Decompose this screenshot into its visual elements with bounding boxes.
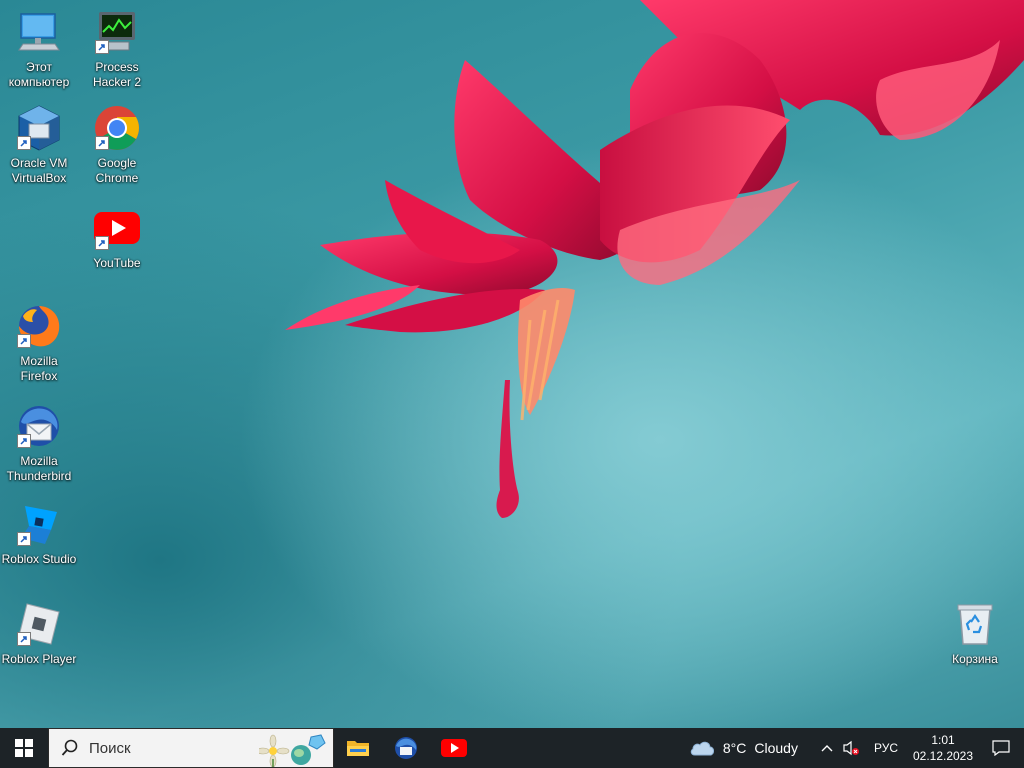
chrome-icon [93, 104, 141, 152]
youtube-icon [93, 204, 141, 252]
process-hacker-label: Process Hacker 2 [92, 60, 142, 89]
shortcut-arrow-icon [95, 40, 109, 54]
thunderbird-icon [15, 402, 63, 450]
shortcut-arrow-icon [17, 334, 31, 348]
shortcut-arrow-icon [17, 632, 31, 646]
desktop-icon-roblox-studio[interactable]: Roblox Studio [0, 500, 78, 567]
youtube-icon [441, 739, 467, 757]
youtube-label: YouTube [93, 256, 141, 270]
desktop-icon-virtualbox[interactable]: Oracle VM VirtualBox [0, 104, 78, 186]
desktop-icon-this-pc[interactable]: Этот компьютер [0, 8, 78, 90]
chrome-label: Google Chrome [95, 156, 139, 185]
thunderbird-label: Mozilla Thunderbird [6, 454, 72, 483]
recycle-bin-icon [951, 600, 999, 648]
taskbar-thunderbird[interactable] [382, 728, 430, 768]
show-hidden-icons-button[interactable] [816, 744, 838, 752]
this-pc-label: Этот компьютер [8, 60, 70, 89]
taskbar-file-explorer[interactable] [334, 728, 382, 768]
desktop-icon-firefox[interactable]: Mozilla Firefox [0, 302, 78, 384]
firefox-label: Mozilla Firefox [20, 354, 58, 383]
volume-muted-icon [843, 740, 859, 756]
roblox-studio-icon [15, 500, 63, 548]
roblox-player-icon [15, 600, 63, 648]
roblox-studio-label: Roblox Studio [1, 552, 77, 566]
cloud-icon [690, 741, 714, 756]
desktop-icon-youtube[interactable]: YouTube [78, 204, 156, 271]
clock[interactable]: 1:01 02.12.2023 [908, 732, 978, 764]
search-placeholder: Поиск [89, 739, 131, 757]
shortcut-arrow-icon [95, 236, 109, 250]
search-highlight-icon [259, 734, 326, 767]
file-explorer-icon [347, 741, 369, 756]
process-hacker-icon [93, 8, 141, 56]
taskbar-youtube[interactable] [430, 728, 478, 768]
search-icon [61, 739, 78, 756]
clock-date: 02.12.2023 [912, 749, 974, 763]
desktop-icon-roblox-player[interactable]: Roblox Player [0, 600, 78, 667]
notification-icon [992, 740, 1010, 756]
volume-button[interactable] [838, 740, 864, 756]
firefox-icon [15, 302, 63, 350]
taskbar-search-box[interactable]: Поиск [48, 728, 334, 768]
chevron-up-icon [821, 745, 833, 752]
desktop-icon-chrome[interactable]: Google Chrome [78, 104, 156, 186]
thunderbird-icon [395, 737, 417, 759]
action-center-button[interactable] [978, 728, 1024, 768]
desktop-icon-process-hacker[interactable]: Process Hacker 2 [78, 8, 156, 90]
shortcut-arrow-icon [17, 532, 31, 546]
roblox-player-label: Roblox Player [1, 652, 77, 666]
start-button[interactable] [0, 728, 48, 768]
recycle-bin-label: Корзина [952, 652, 998, 666]
taskbar: Поиск 8°C Cloudy РУС 1:01 02.12.2023 [0, 728, 1024, 768]
desktop-icon-thunderbird[interactable]: Mozilla Thunderbird [0, 402, 78, 484]
virtualbox-label: Oracle VM VirtualBox [10, 156, 68, 185]
this-pc-icon [15, 8, 63, 56]
desktop-icon-recycle-bin[interactable]: Корзина [936, 600, 1014, 667]
clock-time: 1:01 [931, 733, 955, 747]
virtualbox-icon [15, 104, 63, 152]
weather-condition: Cloudy [754, 740, 798, 756]
weather-widget[interactable]: 8°C Cloudy [689, 739, 798, 757]
weather-temp: 8°C [722, 740, 747, 756]
shortcut-arrow-icon [95, 136, 109, 150]
windows-logo-icon [15, 739, 33, 757]
shortcut-arrow-icon [17, 136, 31, 150]
shortcut-arrow-icon [17, 434, 31, 448]
input-language-indicator[interactable]: РУС [874, 741, 898, 755]
system-tray: 8°C Cloudy РУС 1:01 02.12.2023 [689, 728, 1024, 768]
